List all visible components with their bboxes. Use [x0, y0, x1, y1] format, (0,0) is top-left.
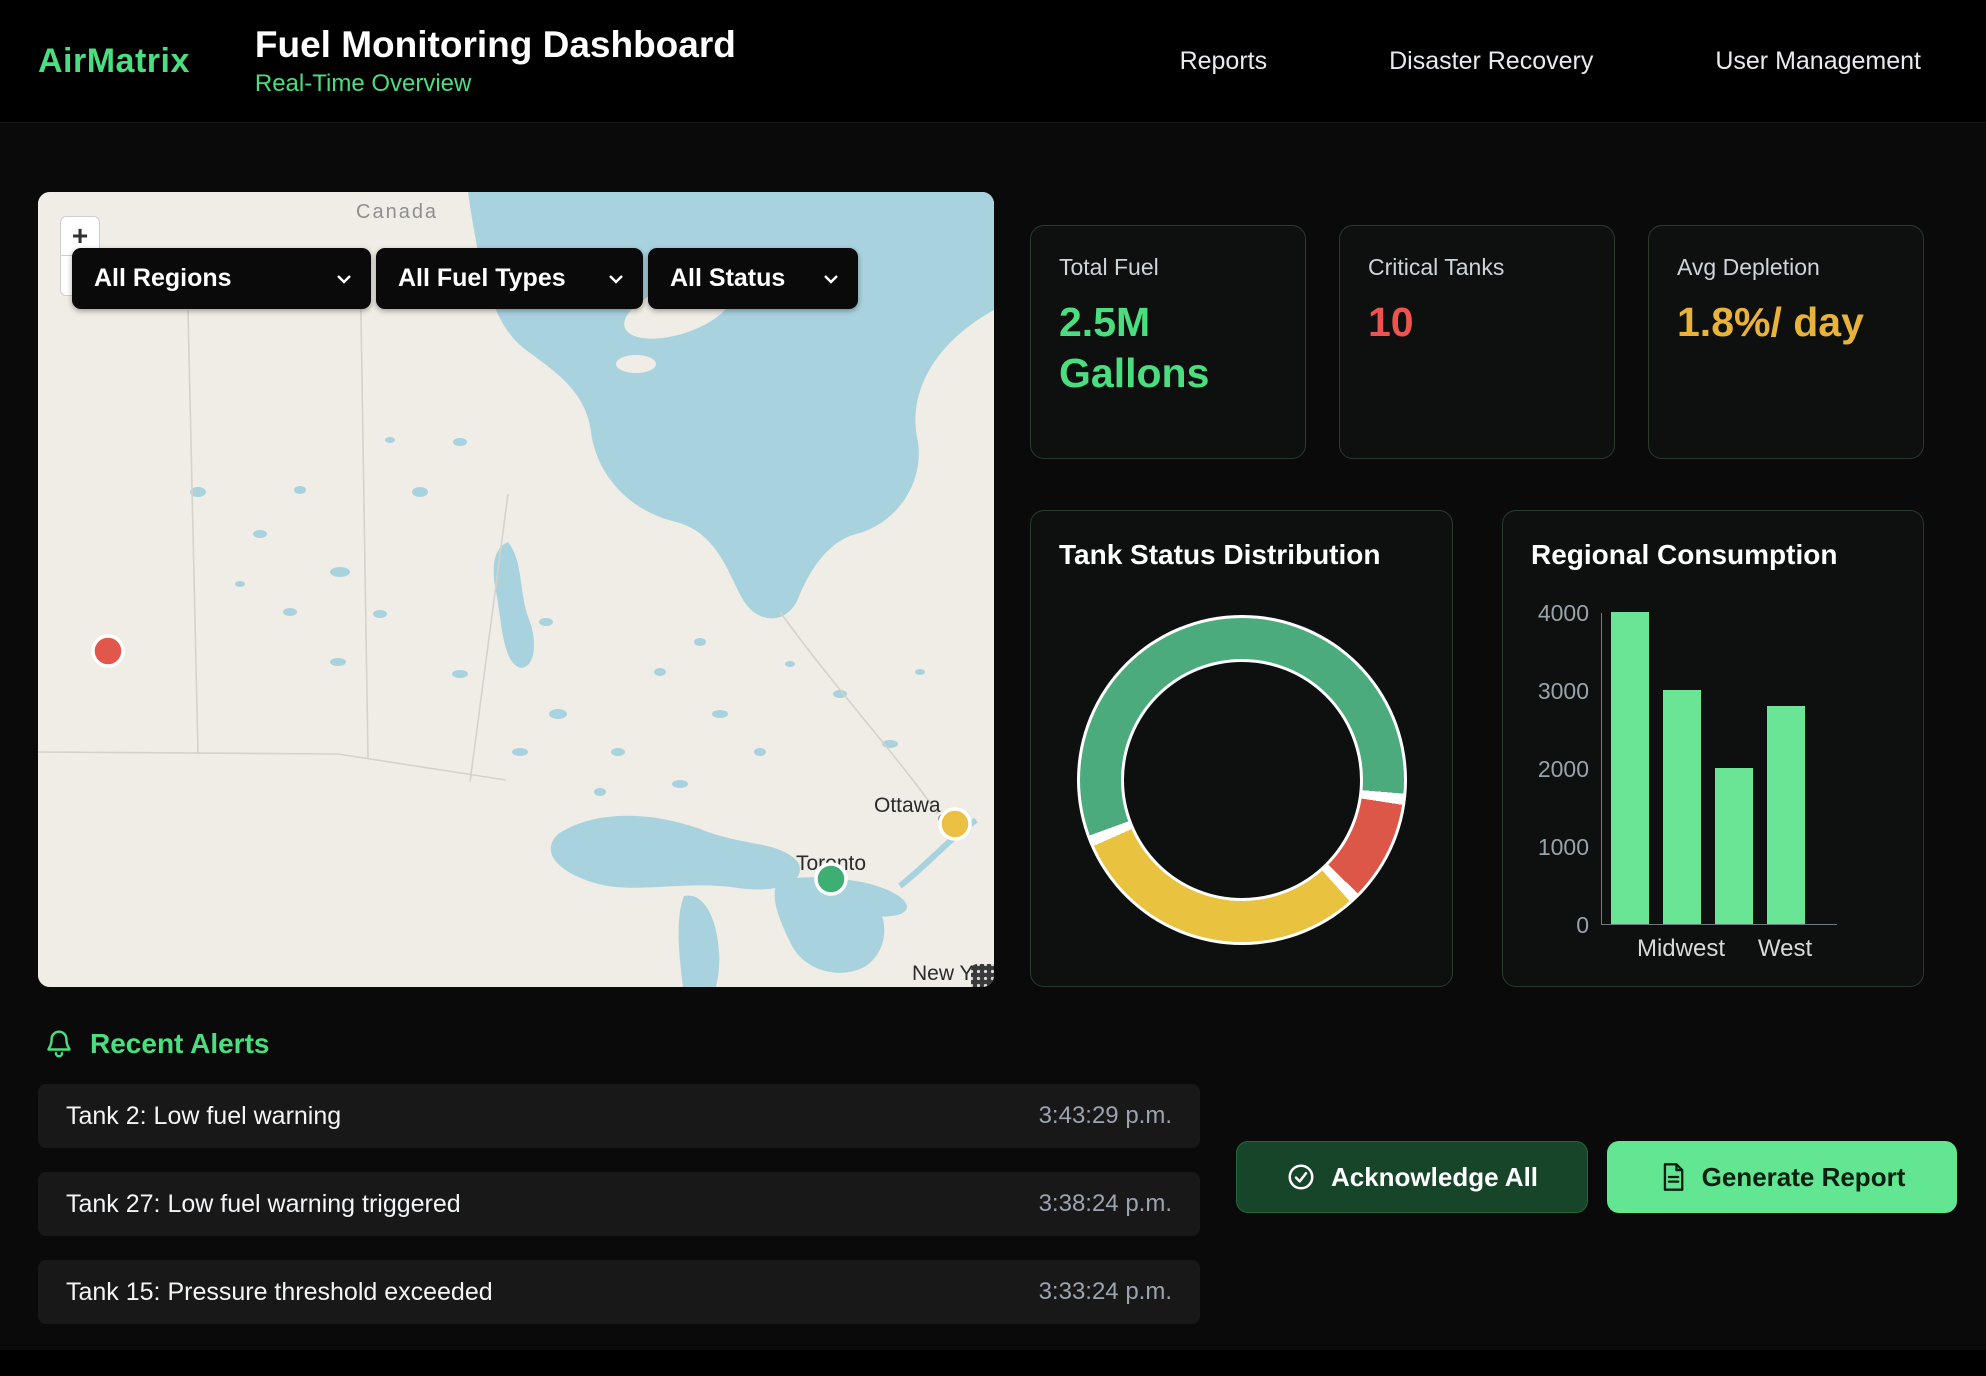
- alert-message: Tank 2: Low fuel warning: [66, 1102, 341, 1131]
- stats-row: Total Fuel 2.5M Gallons Critical Tanks 1…: [1030, 225, 1924, 459]
- alerts-title: Recent Alerts: [90, 1028, 269, 1060]
- alerts-header: Recent Alerts: [44, 1028, 1986, 1060]
- map-panel[interactable]: Canada Ottawa Toronto New York + − All R…: [38, 192, 994, 987]
- x-tick-label: [1714, 935, 1752, 963]
- alert-timestamp: 3:33:24 p.m.: [1039, 1278, 1172, 1306]
- stat-label: Total Fuel: [1059, 254, 1277, 281]
- bar-2: [1715, 768, 1753, 924]
- status-filter-select[interactable]: All Status: [648, 248, 858, 309]
- region-filter-select[interactable]: All Regions: [72, 248, 371, 309]
- alert-row[interactable]: Tank 15: Pressure threshold exceeded 3:3…: [38, 1260, 1200, 1324]
- page-title: Fuel Monitoring Dashboard: [255, 24, 736, 67]
- acknowledge-all-button[interactable]: Acknowledge All: [1236, 1141, 1588, 1213]
- alert-timestamp: 3:38:24 p.m.: [1039, 1190, 1172, 1218]
- tank-status-card: Tank Status Distribution: [1030, 510, 1453, 987]
- acknowledge-all-label: Acknowledge All: [1331, 1162, 1538, 1193]
- alert-message: Tank 15: Pressure threshold exceeded: [66, 1278, 493, 1307]
- y-tick-label: 2000: [1531, 756, 1589, 782]
- chart-title: Regional Consumption: [1531, 539, 1895, 571]
- stat-label: Avg Depletion: [1677, 254, 1895, 281]
- map-label-country: Canada: [356, 201, 438, 223]
- brand-logo: AirMatrix: [38, 42, 190, 81]
- bar-x-labels: Midwest West: [1601, 935, 1837, 963]
- map-label-ottawa: Ottawa: [874, 794, 941, 817]
- nav-user-management[interactable]: User Management: [1715, 47, 1921, 76]
- x-tick-label: West: [1766, 935, 1804, 963]
- y-tick-label: 1000: [1531, 834, 1589, 860]
- generate-report-label: Generate Report: [1702, 1162, 1906, 1193]
- map-canvas[interactable]: Canada Ottawa Toronto New York: [38, 192, 994, 987]
- nav-reports[interactable]: Reports: [1180, 47, 1268, 76]
- alert-row[interactable]: Tank 27: Low fuel warning triggered 3:38…: [38, 1172, 1200, 1236]
- document-icon: [1659, 1162, 1687, 1192]
- stat-value: 2.5M Gallons: [1059, 297, 1249, 400]
- stat-label: Critical Tanks: [1368, 254, 1586, 281]
- generate-report-button[interactable]: Generate Report: [1607, 1141, 1957, 1213]
- status-filter-value: All Status: [670, 264, 785, 293]
- alert-timestamp: 3:43:29 p.m.: [1039, 1102, 1172, 1130]
- chevron-down-icon: [607, 272, 625, 286]
- check-circle-icon: [1286, 1162, 1316, 1192]
- bar-1: [1663, 690, 1701, 924]
- alert-list: Tank 2: Low fuel warning 3:43:29 p.m. Ta…: [38, 1084, 1200, 1324]
- fuel-type-filter-select[interactable]: All Fuel Types: [376, 248, 643, 309]
- stat-card-total-fuel: Total Fuel 2.5M Gallons: [1030, 225, 1306, 459]
- y-tick-label: 4000: [1531, 600, 1589, 626]
- app: AirMatrix Fuel Monitoring Dashboard Real…: [0, 0, 1986, 1376]
- x-tick-label: Midwest: [1662, 935, 1700, 963]
- regional-consumption-card: Regional Consumption 0 1000 2000 3000 4000 M…: [1502, 510, 1924, 987]
- region-filter-value: All Regions: [94, 264, 232, 293]
- chevron-down-icon: [335, 272, 353, 286]
- main-nav: Reports Disaster Recovery User Managemen…: [1180, 47, 1921, 76]
- stat-value: 1.8%/ day: [1677, 297, 1867, 348]
- page-title-block: Fuel Monitoring Dashboard Real-Time Over…: [255, 24, 736, 98]
- y-tick-label: 0: [1531, 912, 1589, 938]
- alert-row[interactable]: Tank 2: Low fuel warning 3:43:29 p.m.: [38, 1084, 1200, 1148]
- stat-card-critical-tanks: Critical Tanks 10: [1339, 225, 1615, 459]
- stat-card-avg-depletion: Avg Depletion 1.8%/ day: [1648, 225, 1924, 459]
- stat-value: 10: [1368, 297, 1558, 348]
- bar-0: [1611, 612, 1649, 924]
- bar-plot-col: Midwest West: [1601, 613, 1837, 963]
- map-island: [616, 355, 656, 373]
- regional-bar-chart[interactable]: 01000200030004000 MidwestWest: [1531, 613, 1895, 963]
- chart-title: Tank Status Distribution: [1059, 539, 1381, 571]
- tank-status-donut-wrap: [1077, 615, 1407, 945]
- donut-hole: [1121, 659, 1363, 901]
- header: AirMatrix Fuel Monitoring Dashboard Real…: [0, 0, 1986, 123]
- fuel-type-filter-value: All Fuel Types: [398, 264, 566, 293]
- bar-3: [1767, 706, 1805, 924]
- nav-disaster-recovery[interactable]: Disaster Recovery: [1389, 47, 1593, 76]
- normal-tank-marker[interactable]: [816, 864, 846, 894]
- alert-message: Tank 27: Low fuel warning triggered: [66, 1190, 461, 1219]
- y-tick-label: 3000: [1531, 678, 1589, 704]
- warning-tank-marker[interactable]: [940, 809, 970, 839]
- critical-tank-marker[interactable]: [93, 636, 123, 666]
- bell-icon: [44, 1028, 74, 1060]
- bottom-bar: [0, 1350, 1986, 1376]
- bar-plot: [1601, 613, 1837, 925]
- chevron-down-icon: [822, 272, 840, 286]
- bar-y-axis: 01000200030004000: [1531, 613, 1601, 925]
- map-filters: All Regions All Fuel Types All Status: [72, 248, 858, 309]
- map-resize-handle[interactable]: [971, 964, 994, 987]
- page-subtitle: Real-Time Overview: [255, 70, 736, 98]
